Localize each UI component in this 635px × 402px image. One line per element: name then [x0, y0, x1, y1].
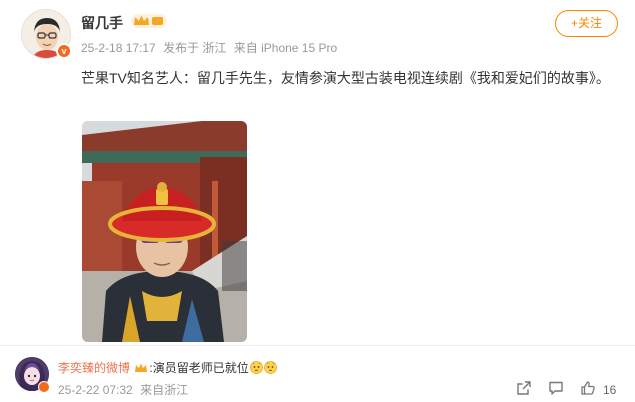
post-location: 发布于 浙江: [163, 41, 227, 55]
comment-location: 来自浙江: [140, 383, 189, 397]
post-date[interactable]: 25-2-18 17:17: [81, 41, 156, 55]
share-icon[interactable]: [516, 380, 532, 396]
emoji-icon: [249, 361, 263, 374]
comment-date: 25-2-22 07:32: [58, 383, 133, 397]
post-device: 来自 iPhone 15 Pro: [233, 41, 338, 55]
comment-item: 李奕臻的微博 :演员留老师已就位 25-2-22 07:32 来自浙江 16: [0, 346, 635, 402]
weibo-post: v 留几手 25-2-18 17:17 发布于 浙江 来自 iPhone 15 …: [0, 0, 635, 346]
follow-button[interactable]: +关注: [555, 10, 618, 37]
commenter-verified-icon: [38, 381, 50, 393]
comment-line: 李奕臻的微博 :演员留老师已就位: [58, 359, 277, 376]
comment-text: 演员留老师已就位: [152, 361, 249, 375]
like-icon[interactable]: [580, 380, 596, 396]
vip-crown-icon: [131, 14, 167, 28]
emoji-icon: [263, 361, 277, 374]
post-text: 芒果TV知名艺人：留几手先生，友情参演大型古装电视连续剧《我和爱妃们的故事》。: [81, 70, 610, 86]
comment-icon[interactable]: [548, 380, 564, 396]
vip-crown-icon: [135, 363, 148, 372]
post-username[interactable]: 留几手: [81, 13, 123, 33]
verified-icon: v: [56, 43, 72, 59]
post-meta: 25-2-18 17:17 发布于 浙江 来自 iPhone 15 Pro: [81, 39, 341, 56]
commenter-username[interactable]: 李奕臻的微博: [58, 361, 130, 375]
comment-meta: 25-2-22 07:32 来自浙江: [58, 381, 192, 398]
post-photo[interactable]: [82, 121, 247, 342]
like-count: 16: [603, 383, 617, 397]
